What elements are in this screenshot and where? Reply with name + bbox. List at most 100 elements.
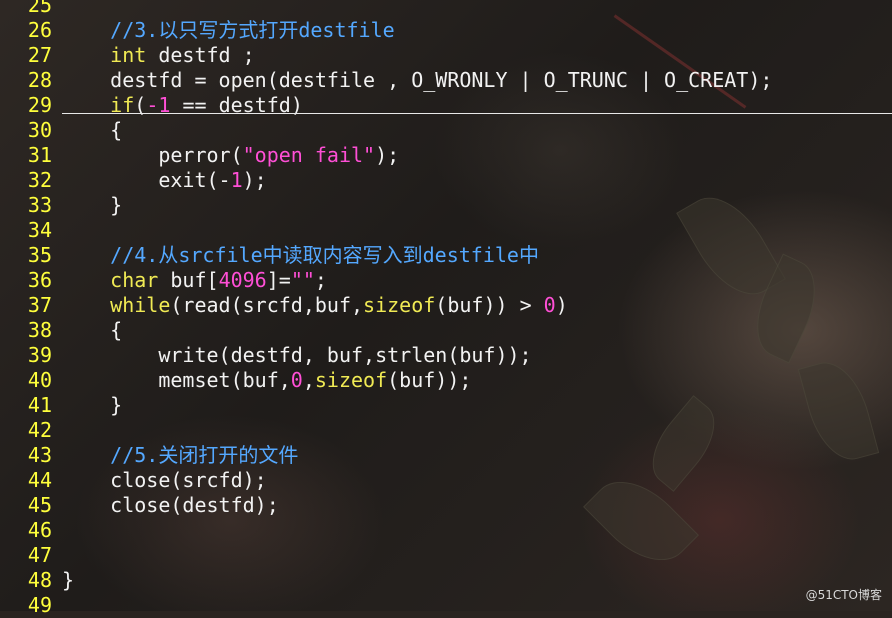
line-number: 26 xyxy=(27,18,52,42)
code-text: write(destfd, buf,strlen(buf)); xyxy=(62,343,532,368)
code-line[interactable]: 44 close(srcfd); xyxy=(0,468,892,493)
line-number: 33 xyxy=(27,193,52,217)
code-token: int xyxy=(110,43,147,67)
line-number: 45 xyxy=(27,493,52,517)
code-line[interactable]: 33 } xyxy=(0,193,892,218)
code-token: ); xyxy=(242,168,267,192)
code-line[interactable]: 29 if(-1 == destfd) xyxy=(0,93,892,118)
line-number: 41 xyxy=(27,393,52,417)
code-text: perror("open fail"); xyxy=(62,143,399,168)
code-token: } xyxy=(62,393,123,417)
code-token: , xyxy=(302,368,315,392)
code-line[interactable]: 36 char buf[4096]=""; xyxy=(0,268,892,293)
code-token: //5.关闭打开的文件 xyxy=(110,443,299,467)
code-line[interactable]: 47 xyxy=(0,543,892,568)
line-number: 31 xyxy=(27,143,52,167)
code-token: buf[ xyxy=(158,268,219,292)
code-token: 1 xyxy=(230,168,243,192)
code-text: { xyxy=(62,118,122,143)
code-line[interactable]: 48} xyxy=(0,568,892,593)
code-token: 4096 xyxy=(218,268,267,292)
line-number: 42 xyxy=(27,418,52,442)
code-line[interactable]: 45 close(destfd); xyxy=(0,493,892,518)
code-token: sizeof xyxy=(314,368,388,392)
code-line[interactable]: 43 //5.关闭打开的文件 xyxy=(0,443,892,468)
code-token: { xyxy=(62,318,123,342)
code-text: { xyxy=(62,318,122,343)
code-text: //5.关闭打开的文件 xyxy=(62,443,298,468)
line-number: 47 xyxy=(27,543,52,567)
code-token: ); xyxy=(375,143,400,167)
code-token: while xyxy=(110,293,171,317)
line-number: 35 xyxy=(27,243,52,267)
code-text: if(-1 == destfd) xyxy=(62,93,303,118)
line-number: 49 xyxy=(27,593,52,617)
code-text: int destfd ; xyxy=(62,43,255,68)
code-token: "open fail" xyxy=(242,143,376,167)
code-token: sizeof xyxy=(363,293,436,317)
code-text: } xyxy=(62,193,122,218)
line-number: 44 xyxy=(27,468,52,492)
code-line[interactable]: 40 memset(buf,0,sizeof(buf)); xyxy=(0,368,892,393)
code-token: write(destfd, buf,strlen(buf)); xyxy=(62,343,532,367)
line-number: 28 xyxy=(27,68,52,92)
code-token: ]= xyxy=(266,268,291,292)
line-number: 46 xyxy=(27,518,52,542)
code-line[interactable]: 25 xyxy=(0,0,892,18)
code-line[interactable]: 49 xyxy=(0,593,892,618)
code-token: } xyxy=(62,193,123,217)
line-number: 38 xyxy=(27,318,52,342)
code-token: //3.以只写方式打开destfile xyxy=(110,18,395,42)
code-text: //4.从srcfile中读取内容写入到destfile中 xyxy=(62,243,539,268)
code-token: ) xyxy=(555,293,568,317)
code-text: //3.以只写方式打开destfile xyxy=(62,18,395,43)
code-text: } xyxy=(62,393,122,418)
code-text: memset(buf,0,sizeof(buf)); xyxy=(62,368,471,393)
code-token: close(srcfd); xyxy=(62,468,267,492)
code-token: (read(srcfd,buf, xyxy=(170,293,364,317)
code-token: } xyxy=(62,568,75,592)
code-editor[interactable]: 25 26 //3.以只写方式打开destfile 27 int destfd ; 2… xyxy=(0,0,892,617)
code-token: close(destfd); xyxy=(62,493,279,517)
cursor-line xyxy=(62,113,892,114)
code-line[interactable]: 31 perror("open fail"); xyxy=(0,143,892,168)
code-line[interactable]: 38 { xyxy=(0,318,892,343)
code-text: close(srcfd); xyxy=(62,468,267,493)
code-line[interactable]: 27 int destfd ; xyxy=(0,43,892,68)
code-token: 0 xyxy=(543,293,556,317)
watermark: @51CTO博客 xyxy=(805,588,882,602)
line-number: 34 xyxy=(27,218,52,242)
code-line[interactable]: 28 destfd = open(destfile , O_WRONLY | O… xyxy=(0,68,892,93)
code-token: ; xyxy=(314,268,327,292)
code-text: } xyxy=(62,568,74,593)
code-line[interactable]: 32 exit(-1); xyxy=(0,168,892,193)
line-number: 36 xyxy=(27,268,52,292)
line-number: 43 xyxy=(27,443,52,467)
line-number: 40 xyxy=(27,368,52,392)
code-token: exit(- xyxy=(62,168,231,192)
code-line[interactable]: 35 //4.从srcfile中读取内容写入到destfile中 xyxy=(0,243,892,268)
code-line[interactable]: 41 } xyxy=(0,393,892,418)
line-number: 32 xyxy=(27,168,52,192)
code-token: 0 xyxy=(290,368,303,392)
code-line[interactable]: 39 write(destfd, buf,strlen(buf)); xyxy=(0,343,892,368)
line-number: 39 xyxy=(27,343,52,367)
code-token: char xyxy=(110,268,159,292)
code-token: //4.从srcfile中读取内容写入到destfile中 xyxy=(110,243,539,267)
code-line[interactable]: 42 xyxy=(0,418,892,443)
code-line[interactable]: 26 //3.以只写方式打开destfile xyxy=(0,18,892,43)
line-number: 48 xyxy=(27,568,52,592)
code-token: destfd ; xyxy=(146,43,255,67)
code-token: (buf)) > xyxy=(435,293,544,317)
code-text: destfd = open(destfile , O_WRONLY | O_TR… xyxy=(62,68,772,93)
code-line[interactable]: 34 xyxy=(0,218,892,243)
code-line[interactable]: 46 xyxy=(0,518,892,543)
code-text: exit(-1); xyxy=(62,168,267,193)
code-line[interactable]: 30 { xyxy=(0,118,892,143)
code-line[interactable]: 37 while(read(srcfd,buf,sizeof(buf)) > 0… xyxy=(0,293,892,318)
